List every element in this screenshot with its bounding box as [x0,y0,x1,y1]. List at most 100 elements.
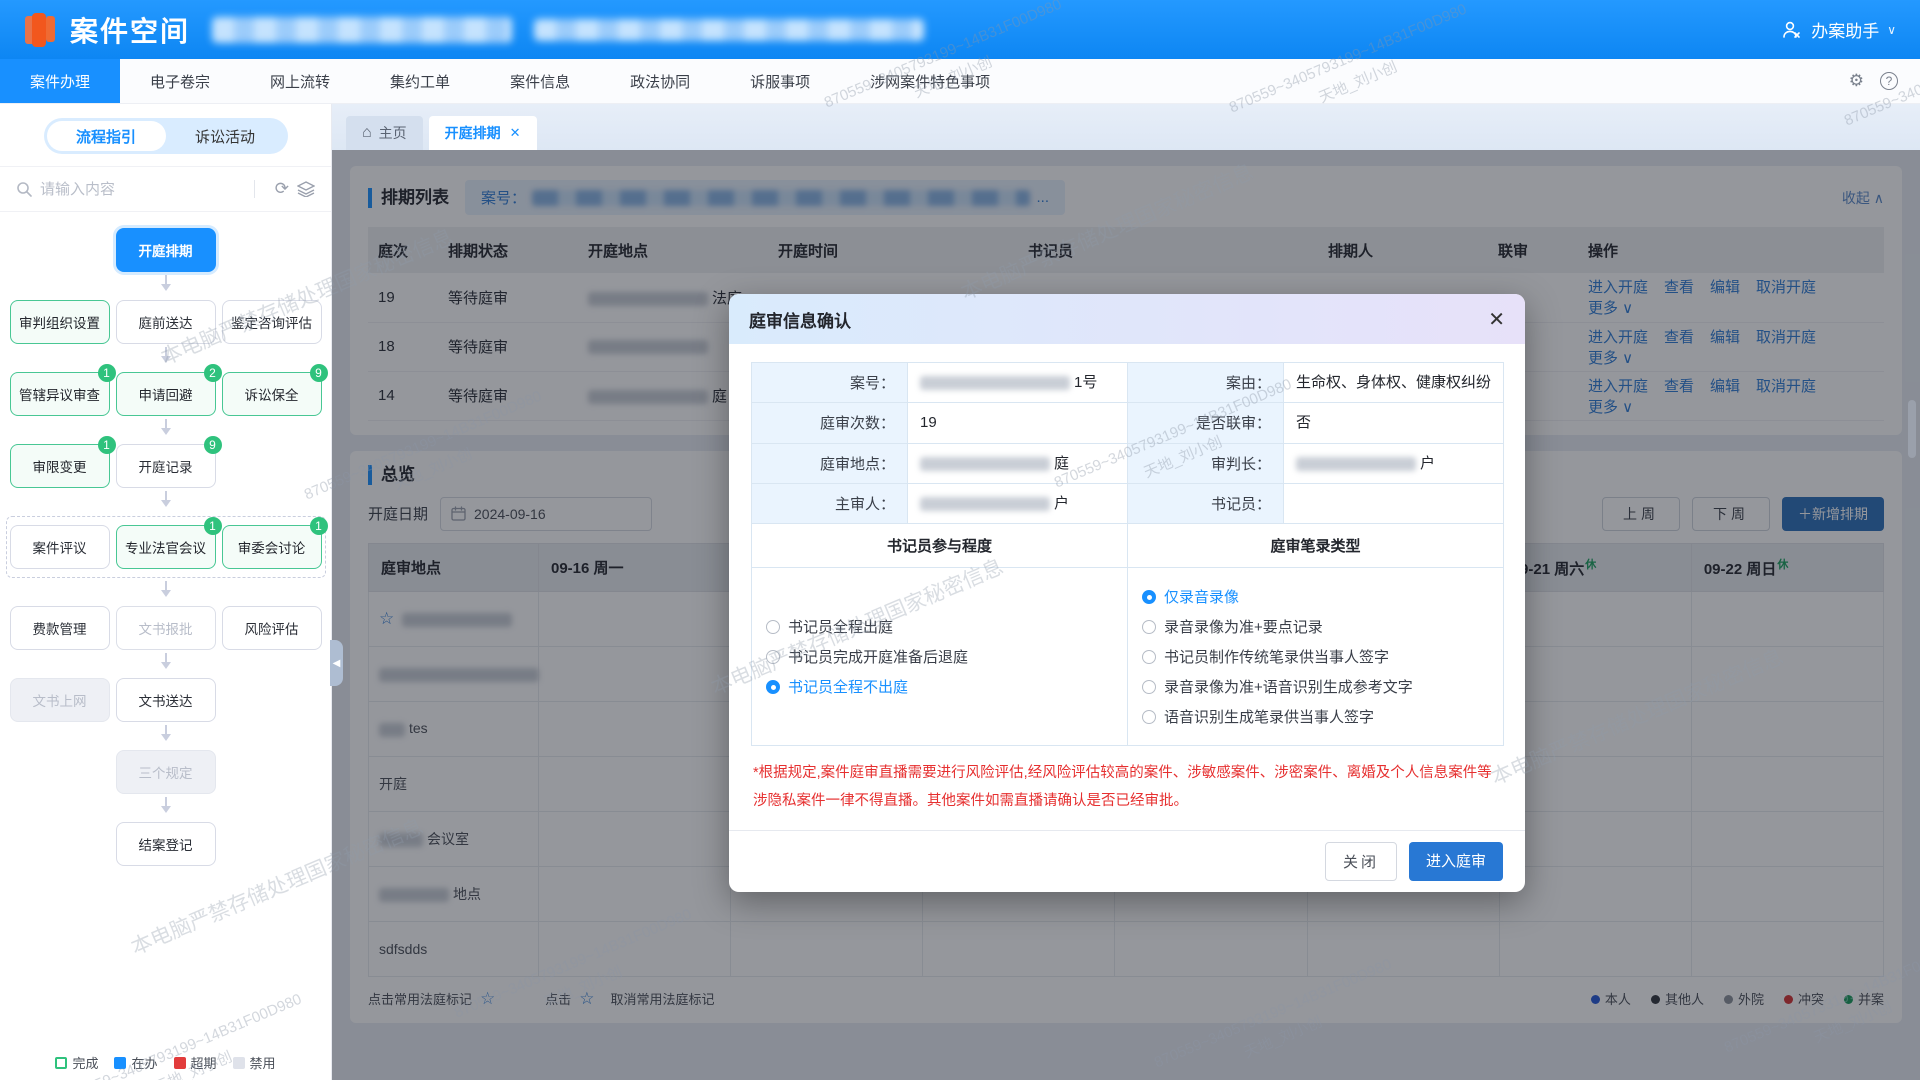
flow-node-审判组织设置[interactable]: 审判组织设置 [10,300,110,344]
app-root: 案件空间 办案助手 ∨ 案件办理电子卷宗网上流转集约工单案件信息政法协同诉服事项… [0,0,1920,1080]
flow-node-鉴定咨询评估[interactable]: 鉴定咨询评估 [222,300,322,344]
record-type-option[interactable]: 语音识别生成笔录供当事人签字 [1142,706,1489,727]
flow-node-label: 审限变更 [33,456,87,476]
flow-node-badge: 2 [204,364,222,382]
info-label-案号: 案号： [752,363,908,403]
process-sidebar: 流程指引 诉讼活动 ⟳ 开庭排期审判组织设置庭前送达鉴定咨询评估管辖异议审查1申… [0,104,332,1080]
modal-title: 庭审信息确认 [749,307,851,332]
assistant-menu[interactable]: 办案助手 ∨ [1781,17,1896,42]
flow-spacer [222,444,322,488]
app-title: 案件空间 [70,10,190,50]
flow-node-文书报批[interactable]: 文书报批 [116,606,216,650]
nav-tabs: 案件办理电子卷宗网上流转集约工单案件信息政法协同诉服事项涉网案件特色事项 [0,59,1020,103]
nav-tab-集约工单[interactable]: 集约工单 [360,59,480,103]
legend-swatch [55,1057,67,1069]
record-type-option[interactable]: 仅录音录像 [1142,586,1489,607]
nav-tab-诉服事项[interactable]: 诉服事项 [720,59,840,103]
radio-icon[interactable] [1142,650,1156,664]
tab-process-guide[interactable]: 流程指引 [47,121,166,151]
radio-icon[interactable] [1142,680,1156,694]
nav-tab-网上流转[interactable]: 网上流转 [240,59,360,103]
sidebar-mode-switch: 流程指引 诉讼活动 [44,118,288,154]
info-value-庭审地点: 庭 [908,443,1128,483]
info-label-主审人: 主审人： [752,483,908,523]
search-input[interactable] [40,181,242,198]
flow-node-案件评议[interactable]: 案件评议 [10,525,110,569]
radio-label: 书记员全程不出庭 [788,676,908,697]
flow-node-开庭记录[interactable]: 开庭记录9 [116,444,216,488]
flow-node-申请回避[interactable]: 申请回避2 [116,372,216,416]
flow-node-审委会讨论[interactable]: 审委会讨论1 [222,525,322,569]
flow-node-label: 申请回避 [139,384,193,404]
record-type-option[interactable]: 书记员制作传统笔录供当事人签字 [1142,646,1489,667]
gear-icon[interactable]: ⚙ [1849,71,1864,91]
nav-tab-案件办理[interactable]: 案件办理 [0,59,120,103]
process-flowchart: 开庭排期审判组织设置庭前送达鉴定咨询评估管辖异议审查1申请回避2诉讼保全9审限变… [0,212,331,866]
refresh-icon[interactable]: ⟳ [275,179,289,199]
flow-node-庭前送达[interactable]: 庭前送达 [116,300,216,344]
flow-node-label: 结案登记 [139,834,193,854]
flow-node-审限变更[interactable]: 审限变更1 [10,444,110,488]
flow-node-风险评估[interactable]: 风险评估 [222,606,322,650]
record-type-option[interactable]: 录音录像为准+要点记录 [1142,616,1489,637]
scrollbar-thumb[interactable] [1908,400,1916,458]
radio-icon[interactable] [766,650,780,664]
sidebar-collapse-handle[interactable]: ◀ [330,640,343,686]
flow-node-结案登记[interactable]: 结案登记 [116,822,216,866]
radio-selected-icon[interactable] [766,680,780,694]
workspace-tab-开庭排期[interactable]: 开庭排期✕ [429,116,537,150]
workspace-tab-主页[interactable]: ⌂主页 [346,116,423,150]
flow-legend-在办: 在办 [114,1053,157,1072]
flow-node-开庭排期[interactable]: 开庭排期 [116,228,216,272]
flow-node-badge: 1 [98,364,116,382]
flow-node-专业法官会议[interactable]: 专业法官会议1 [116,525,216,569]
record-type-option[interactable]: 录音录像为准+语音识别生成参考文字 [1142,676,1489,697]
participation-option[interactable]: 书记员全程不出庭 [766,676,1113,697]
tab-litigation-activity[interactable]: 诉讼活动 [166,121,285,151]
legend-swatch [233,1057,245,1069]
enter-hearing-button[interactable]: 进入庭审 [1409,842,1503,881]
radio-selected-icon[interactable] [1142,590,1156,604]
nav-tab-电子卷宗[interactable]: 电子卷宗 [120,59,240,103]
flow-arrow [10,416,322,444]
flow-node-label: 专业法官会议 [125,537,206,557]
search-icon [16,181,32,197]
flow-node-诉讼保全[interactable]: 诉讼保全9 [222,372,322,416]
close-icon[interactable]: ✕ [1488,307,1505,332]
participation-option[interactable]: 书记员完成开庭准备后退庭 [766,646,1113,667]
flow-node-label: 诉讼保全 [245,384,299,404]
flow-arrow [10,650,322,678]
radio-icon[interactable] [1142,710,1156,724]
user-headset-icon [1781,20,1803,40]
modal-body: 案号：1号案由：生命权、身体权、健康权纠纷庭审次数：19是否联审：否庭审地点：庭… [729,344,1525,816]
flow-node-费款管理[interactable]: 费款管理 [10,606,110,650]
nav-tab-政法协同[interactable]: 政法协同 [600,59,720,103]
nav-tab-涉网案件特色事项[interactable]: 涉网案件特色事项 [840,59,1020,103]
flow-legend-超期: 超期 [174,1053,217,1072]
nav-tab-案件信息[interactable]: 案件信息 [480,59,600,103]
hearing-info-table: 案号：1号案由：生命权、身体权、健康权纠纷庭审次数：19是否联审：否庭审地点：庭… [751,362,1504,746]
close-button[interactable]: 关闭 [1325,842,1397,881]
help-icon[interactable]: ? [1880,72,1898,90]
radio-icon[interactable] [1142,620,1156,634]
flow-node-管辖异议审查[interactable]: 管辖异议审查1 [10,372,110,416]
flow-arrow [10,272,322,300]
flow-spacer [10,228,110,272]
radio-label: 书记员完成开庭准备后退庭 [788,646,968,667]
flow-legend-完成: 完成 [55,1053,98,1072]
layers-icon[interactable] [297,181,315,197]
info-label-书记员: 书记员： [1128,483,1284,523]
close-tab-icon[interactable]: ✕ [510,125,521,141]
chevron-down-icon: ∨ [1887,23,1896,37]
participation-option[interactable]: 书记员全程出庭 [766,616,1113,637]
flow-arrow [10,722,322,750]
divider [254,180,255,198]
participation-header: 书记员参与程度 [752,524,1128,568]
flow-node-label: 审判组织设置 [19,312,100,332]
flow-node-badge: 9 [310,364,328,382]
flow-node-文书送达[interactable]: 文书送达 [116,678,216,722]
info-label-是否联审: 是否联审： [1128,403,1284,443]
flow-node-label: 文书报批 [139,618,193,638]
radio-icon[interactable] [766,620,780,634]
flow-spacer [10,750,110,794]
